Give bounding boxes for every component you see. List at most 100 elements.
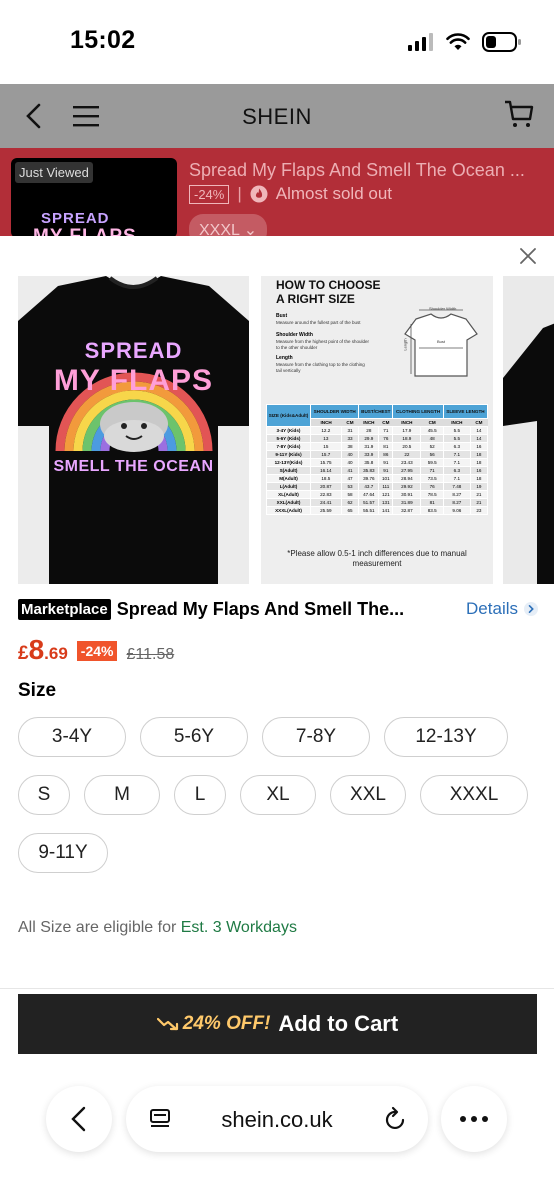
size-option-9-11y[interactable]: 9-11Y <box>18 833 108 873</box>
add-to-cart-button[interactable]: 24% OFF! Add to Cart <box>18 994 537 1054</box>
marketplace-badge: Marketplace <box>18 598 111 620</box>
table-row: 3-4Y (Kids) 12.2 31 28 71 17.9 45.5 5.5 14 <box>266 426 489 435</box>
wifi-icon <box>446 33 470 50</box>
measurement-cell: 31.9 <box>358 442 380 451</box>
battery-icon <box>482 32 521 52</box>
shirt-text-1: SPREAD <box>84 338 183 363</box>
size-chart-image[interactable]: HOW TO CHOOSE A RIGHT SIZE Bust Measure … <box>261 276 493 584</box>
measurement-cell: 15.7 <box>310 450 342 459</box>
size-option-xl[interactable]: XL <box>240 775 316 815</box>
size-option-xxxl[interactable]: XXXL <box>420 775 528 815</box>
size-chart-title: HOW TO CHOOSE A RIGHT SIZE <box>276 278 381 306</box>
size-options: 3-4Y 5-6Y 7-8Y 12-13Y S M L XL XXL XXXL … <box>18 717 538 873</box>
table-row: 12-13Y(Kids) 15.75 40 35.8 91 23.43 59.5 7.1 18 <box>266 458 489 467</box>
cart-icon[interactable] <box>504 98 534 130</box>
measurement-cell: 17.9 <box>392 426 422 435</box>
size-cell: 3-4Y (Kids) <box>266 426 311 435</box>
size-cell: XXL(Adult) <box>266 498 311 507</box>
just-viewed-label: Just Viewed <box>15 162 93 183</box>
just-viewed-thumbnail[interactable]: Just Viewed SPREAD MY FLAPS <box>11 158 177 236</box>
size-option-5-6y[interactable]: 5-6Y <box>140 717 248 757</box>
column-header: SLEEVE LENGTH <box>442 404 489 419</box>
trend-down-icon <box>156 1017 178 1031</box>
measurement-cell: 16 <box>469 442 489 451</box>
measurement-cell: 81 <box>420 498 444 507</box>
unit-header: INCH <box>401 420 413 425</box>
details-link[interactable]: Details <box>466 599 538 619</box>
measurement-cell: 91 <box>378 458 394 467</box>
measurement-cell: 14 <box>469 426 489 435</box>
size-option-12-13y[interactable]: 12-13Y <box>384 717 508 757</box>
size-option-s[interactable]: S <box>18 775 70 815</box>
table-row: S(Adult) 16.14 41 35.83 91 27.95 71 6.3 16 <box>266 466 489 475</box>
close-icon[interactable] <box>516 244 540 268</box>
size-cell: S(Adult) <box>266 466 311 475</box>
size-heading: Size <box>18 680 57 701</box>
size-option-xxl[interactable]: XXL <box>330 775 406 815</box>
column-header: SHOULDER WIDTH <box>309 404 360 419</box>
measurement-cell: 9.06 <box>442 506 471 515</box>
size-chart-rows: 3-4Y (Kids) 12.2 31 28 71 17.9 45.5 5.5 14 5-6Y (… <box>266 426 489 515</box>
measurement-cell: 16.14 <box>310 466 342 475</box>
measurement-cell: 55.51 <box>358 506 380 515</box>
size-option-3-4y[interactable]: 3-4Y <box>18 717 126 757</box>
table-row: L(Adult) 20.87 53 43.7 111 29.92 76 7.48 19 <box>266 482 489 491</box>
measurement-cell: 7.1 <box>442 450 471 459</box>
measurement-cell: 18 <box>469 474 489 483</box>
measurement-cell: 86 <box>378 450 394 459</box>
size-chart-note: *Please allow 0.5-1 inch differences due… <box>287 549 467 568</box>
stock-status: Almost sold out <box>275 184 393 203</box>
size-option-l[interactable]: L <box>174 775 226 815</box>
discount-badge: -24% <box>76 641 118 661</box>
product-image-main[interactable]: SPREAD MY FLAPS SMELL THE OCEAN <box>18 276 249 584</box>
measurement-cell: 35.8 <box>358 458 380 467</box>
sale-price: £8.69 <box>18 634 68 666</box>
back-icon <box>71 1106 86 1132</box>
measurement-cell: 18 <box>469 450 489 459</box>
chevron-right-icon <box>524 602 538 616</box>
address-bar[interactable]: shein.co.uk <box>126 1086 428 1152</box>
measurement-cell: 27.95 <box>392 466 422 475</box>
site-logo-text[interactable]: SHEIN <box>0 104 554 130</box>
more-options-button[interactable] <box>441 1086 507 1152</box>
measurement-cell: 81 <box>378 442 394 451</box>
measurement-cell: 28 <box>358 426 380 435</box>
measurement-cell: 25.59 <box>310 506 342 515</box>
measurement-cell: 31.89 <box>392 498 422 507</box>
unit-header: INCH <box>320 420 332 425</box>
more-dot <box>471 1116 477 1122</box>
unit-header: CM <box>346 420 354 425</box>
measurement-cell: 71 <box>378 426 394 435</box>
size-option-m[interactable]: M <box>84 775 160 815</box>
price-integer: 8 <box>28 634 45 665</box>
length-label: Length <box>276 355 293 361</box>
size-option-7-8y[interactable]: 7-8Y <box>262 717 370 757</box>
measurement-cell: 51.57 <box>358 498 380 507</box>
unit-header: INCH <box>451 420 463 425</box>
measurement-cell: 76 <box>378 434 394 443</box>
measurement-cell: 47.64 <box>358 490 380 499</box>
measurement-cell: 18.5 <box>310 474 342 483</box>
measurement-cell: 8.27 <box>442 498 471 507</box>
status-time: 15:02 <box>70 26 136 54</box>
measurement-cell: 78.5 <box>420 490 444 499</box>
browser-back-button[interactable] <box>46 1086 112 1152</box>
measurement-cell: 52 <box>420 442 444 451</box>
size-chart-table: SIZE (Kids&Adult) SHOULDER WIDTH BUST/CH… <box>266 404 489 515</box>
size-cell: XXXL(Adult) <box>266 506 311 515</box>
just-viewed-title[interactable]: Spread My Flaps And Smell The Ocean ... <box>189 160 539 181</box>
measurement-cell: 43.7 <box>358 482 380 491</box>
status-icons <box>408 30 522 54</box>
site-header: SHEIN <box>0 84 554 148</box>
product-image-3[interactable] <box>503 276 554 584</box>
measurement-cell: 31 <box>340 426 360 435</box>
measurement-cell: 39.76 <box>358 474 380 483</box>
reload-icon[interactable] <box>384 1106 408 1132</box>
unit-header: CM <box>428 420 436 425</box>
product-gallery[interactable]: SPREAD MY FLAPS SMELL THE OCEAN HOW TO C… <box>18 276 554 584</box>
measurement-cell: 6.3 <box>442 466 471 475</box>
product-title-row[interactable]: Marketplace Spread My Flaps And Smell Th… <box>18 597 538 621</box>
shirt-text-2: MY FLAPS <box>53 364 214 397</box>
add-to-cart-label: Add to Cart <box>278 1011 399 1036</box>
size-cell: 12-13Y(Kids) <box>266 458 311 467</box>
